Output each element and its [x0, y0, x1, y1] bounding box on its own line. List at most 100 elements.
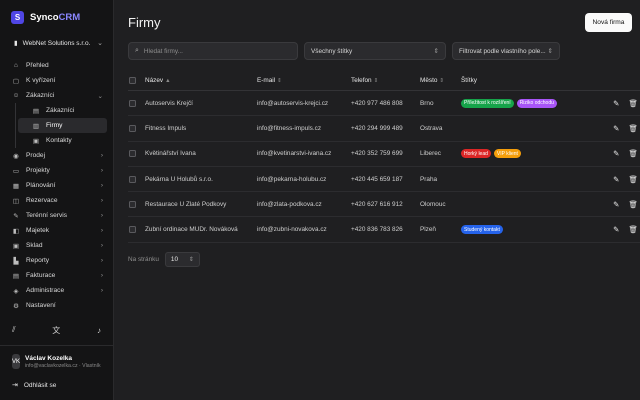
company-phone: +420 836 783 826 [351, 226, 403, 234]
edit-icon[interactable]: ✎ [613, 200, 619, 209]
search-icon: ⌕ [135, 47, 139, 54]
table-row[interactable]: Pekárna U Holubů s.r.o. info@pekarna-hol… [128, 167, 640, 193]
row-checkbox[interactable] [129, 226, 136, 234]
custom-field-filter-select[interactable]: Filtrovat podle vlastního pole... ⇕ [452, 42, 560, 60]
nav-submenu-zakaznici: ▤ Zákazníci ▥ Firmy ▣ Kontakty [0, 103, 113, 148]
edit-icon[interactable]: ✎ [613, 149, 619, 158]
table-row[interactable]: Autoservis Krejčí info@autoservis-krejci… [128, 91, 640, 117]
wrench-icon: ✎ [13, 212, 19, 220]
nav-label: Firmy [46, 122, 63, 129]
row-checkbox[interactable] [129, 175, 136, 183]
select-all-cell [128, 77, 145, 84]
company-name[interactable]: Zubní ordinace MUDr. Nováková [145, 226, 257, 233]
nav-item-terenni-servis[interactable]: ✎ Terénní servis › [0, 208, 113, 223]
header-email[interactable]: E-mail ⇕ [257, 77, 351, 84]
company-name[interactable]: Květinářství Ivana [145, 150, 257, 157]
edit-icon[interactable]: ✎ [613, 99, 619, 108]
building-icon: ▥ [32, 122, 40, 130]
nav-label: Administrace [26, 287, 65, 294]
nav-item-projekty[interactable]: ▭ Projekty › [0, 163, 113, 178]
edit-icon[interactable]: ✎ [613, 124, 619, 133]
tags-filter-select[interactable]: Všechny štítky ⇕ [304, 42, 446, 60]
nav-label: Terénní servis [26, 212, 68, 219]
nav-item-rezervace[interactable]: ◫ Rezervace › [0, 193, 113, 208]
nav-item-nastaveni[interactable]: ⚙ Nastavení [0, 298, 113, 313]
companies-table: Název ▲ E-mail ⇕ Telefon ⇕ Město ⇕ Štítky Au… [128, 71, 640, 243]
new-company-button[interactable]: Nová firma [585, 13, 632, 32]
per-page-select[interactable]: 10 ⇕ [164, 252, 200, 267]
sort-icon: ⇕ [439, 78, 445, 84]
row-checkbox[interactable] [129, 124, 136, 132]
trash-icon[interactable]: 🗑 [628, 149, 638, 158]
brand[interactable]: S SyncoCRM [0, 0, 113, 26]
nav-item-sklad[interactable]: ▣ Sklad › [0, 238, 113, 253]
logout-button[interactable]: ⇥ Odhlásit se [0, 378, 113, 392]
nav-item-majetek[interactable]: ◧ Majetek › [0, 223, 113, 238]
company-name[interactable]: Autoservis Krejčí [145, 100, 257, 107]
row-checkbox[interactable] [129, 200, 136, 208]
nav-item-reporty[interactable]: ▙ Reporty › [0, 253, 113, 268]
tag-badge: VIP klient [493, 149, 521, 159]
chart-icon: ▙ [13, 257, 19, 265]
nav-label: Rezervace [26, 197, 58, 204]
nav-item-prehled[interactable]: ⌂ Přehled [0, 58, 113, 73]
trash-icon[interactable]: 🗑 [628, 124, 638, 133]
org-switcher[interactable]: ▮ WebNet Solutions s.r.o. ⌄ [0, 36, 113, 50]
search-input[interactable] [143, 47, 284, 55]
company-phone: +420 352 759 699 [351, 150, 403, 158]
brand-name-part: Synco [30, 12, 59, 23]
nav-item-administrace[interactable]: ◈ Administrace › [0, 283, 113, 298]
nav-item-fakturace[interactable]: ▤ Fakturace › [0, 268, 113, 283]
bell-icon[interactable]: ♪ [97, 326, 101, 335]
header-label: Telefon [351, 77, 372, 84]
nav-label: Reporty [26, 257, 50, 264]
company-name[interactable]: Pekárna U Holubů s.r.o. [145, 176, 257, 183]
table-row[interactable]: Fitness Impuls info@fitness-impuls.cz +4… [128, 116, 640, 142]
custom-field-filter-value: Filtrovat podle vlastního pole... [459, 47, 546, 55]
company-email: info@autoservis-krejci.cz [257, 99, 329, 107]
nav-item-planovani[interactable]: ▦ Plánování › [0, 178, 113, 193]
user-card[interactable]: VK Václav Kozelka info@vaclavkozelka.cz … [0, 346, 113, 369]
row-checkbox[interactable] [129, 99, 136, 107]
nav-item-prodej[interactable]: ◉ Prodej › [0, 148, 113, 163]
trash-icon[interactable]: 🗑 [628, 99, 638, 108]
row-actions: ✎ 🗑 [590, 124, 640, 133]
collapse-sidebar-icon[interactable]: ⫽ [12, 325, 16, 335]
table-body: Autoservis Krejčí info@autoservis-krejci… [128, 91, 640, 243]
select-all-checkbox[interactable] [129, 77, 136, 84]
row-select-cell [128, 150, 145, 158]
header-phone[interactable]: Telefon ⇕ [351, 77, 420, 84]
table-row[interactable]: Restaurace U Zlaté Podkovy info@zlata-po… [128, 192, 640, 218]
company-name[interactable]: Restaurace U Zlaté Podkovy [145, 201, 257, 208]
language-icon[interactable]: 文 [52, 325, 60, 336]
header-name[interactable]: Název ▲ [145, 77, 257, 84]
nav-item-zakaznici[interactable]: ☺ Zákazníci ⌄ [0, 88, 113, 103]
asset-icon: ◧ [12, 227, 20, 235]
nav-item-k-vyrizeni[interactable]: ▢ K vyřízení [0, 73, 113, 88]
edit-icon[interactable]: ✎ [613, 175, 619, 184]
company-name[interactable]: Fitness Impuls [145, 125, 257, 132]
user-info: Václav Kozelka info@vaclavkozelka.cz · V… [25, 355, 107, 369]
table-row[interactable]: Květinářství Ivana info@kvetinarstvi-iva… [128, 142, 640, 167]
row-checkbox[interactable] [129, 150, 136, 158]
chevron-down-icon: ⌄ [97, 40, 103, 47]
edit-icon[interactable]: ✎ [613, 225, 619, 234]
users-icon: ☺ [12, 92, 20, 99]
trash-icon[interactable]: 🗑 [628, 200, 638, 209]
company-email: info@fitness-impuls.cz [257, 124, 322, 132]
trash-icon[interactable]: 🗑 [628, 225, 638, 234]
trash-icon[interactable]: 🗑 [628, 175, 638, 184]
company-email: info@pekarna-holubu.cz [257, 175, 327, 183]
nav-subitem-firmy[interactable]: ▥ Firmy [18, 118, 107, 133]
nav-subitem-kontakty[interactable]: ▣ Kontakty [18, 133, 107, 148]
table-row[interactable]: Zubní ordinace MUDr. Nováková info@zubni… [128, 217, 640, 243]
row-actions: ✎ 🗑 [590, 175, 640, 184]
row-select-cell [128, 124, 145, 132]
company-city: Praha [420, 175, 438, 183]
header-city[interactable]: Město ⇕ [420, 77, 461, 84]
nav-label: Fakturace [26, 272, 56, 279]
nav-label: Plánování [26, 182, 56, 189]
nav-subitem-zakaznici[interactable]: ▤ Zákazníci [18, 103, 107, 118]
search-box[interactable]: ⌕ [128, 42, 298, 60]
chevron-right-icon: › [100, 272, 103, 279]
